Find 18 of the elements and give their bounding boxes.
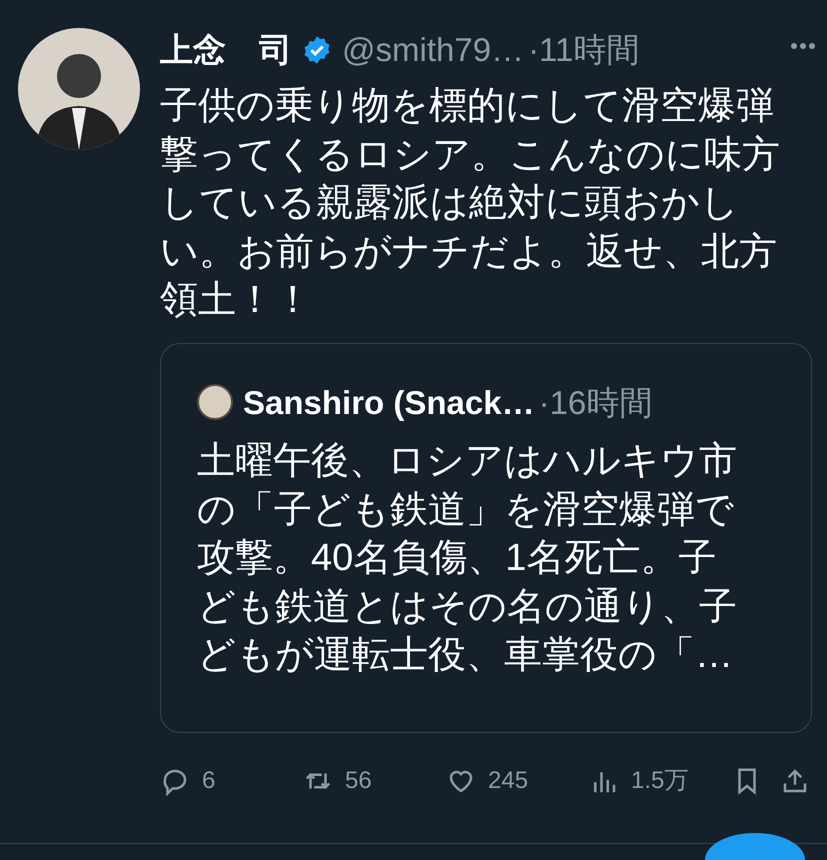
action-count: 6 <box>202 766 216 796</box>
user-handle[interactable]: @smith79… <box>342 28 524 72</box>
avatar[interactable] <box>197 384 233 420</box>
views-button[interactable]: 1.5万 <box>589 762 714 798</box>
tweet-text: 子供の乗り物を標的にして滑空爆弾撃ってくるロシア。こんなのに味方している親露派は絶対に頭おかしい。お前らがナチだよ。返せ、北方領土！！ <box>160 84 781 323</box>
post-time[interactable]: ·16時間 <box>538 378 652 427</box>
author-name[interactable]: 上念 司 <box>160 28 292 72</box>
action-count: 245 <box>488 766 528 796</box>
quoted-tweet-text: 土曜午後、ロシアはハルキウ市の「子ども鉄道」を滑空爆弾で攻撃。40名負傷、1名死亡。子ども鉄道とはその名の通り、子どもが運転士役、車掌役の「… <box>197 439 738 678</box>
reply-button[interactable]: 6 <box>160 762 285 798</box>
more-icon[interactable] <box>790 42 816 50</box>
action-count: 56 <box>345 766 372 796</box>
post-time[interactable]: ·11時間 <box>528 28 640 72</box>
quoted-tweet-card[interactable]: Sanshiro (Snack…·16時間 土曜午後、ロシアはハルキウ市の「子ども鉄道」を滑空爆弾で攻撃。40名負傷、1名死亡。子ども鉄道とはその名の通り、子どもが運転士役、車掌役の「… <box>160 342 812 732</box>
retweet-button[interactable]: 56 <box>303 762 428 798</box>
action-count: 1.5万 <box>631 766 688 796</box>
like-button[interactable]: 245 <box>446 762 571 798</box>
author-name[interactable]: Sanshiro (Snack… <box>243 378 535 427</box>
